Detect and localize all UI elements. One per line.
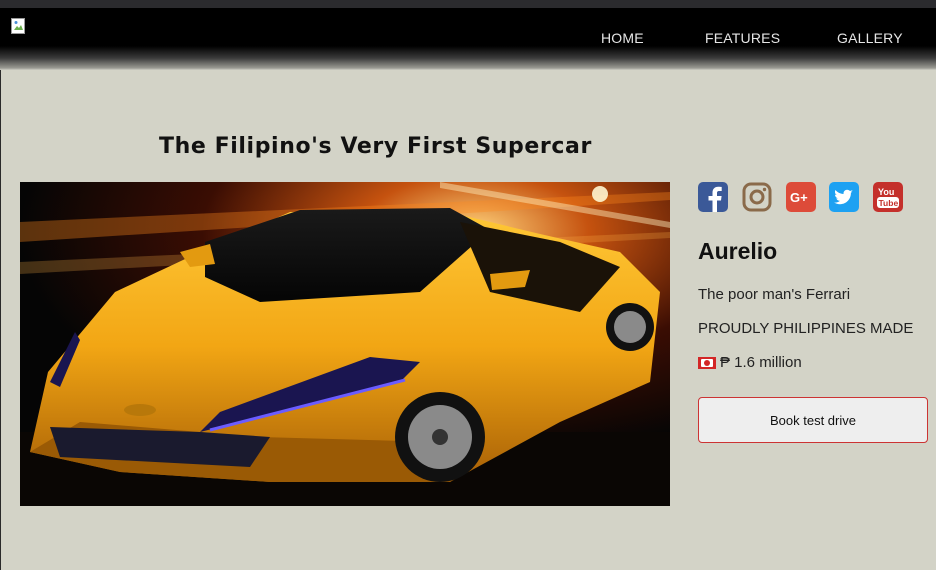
nav-link-features[interactable]: FEATURES: [705, 30, 780, 46]
money-icon: [698, 357, 716, 369]
product-tagline: The poor man's Ferrari: [698, 286, 851, 303]
price-line: ₱ 1.6 million: [698, 354, 802, 371]
product-name: Aurelio: [698, 238, 778, 264]
navbar: HOME FEATURES GALLERY: [0, 8, 936, 70]
price-value: ₱ 1.6 million: [720, 354, 802, 371]
svg-text:You: You: [878, 187, 894, 197]
twitter-icon[interactable]: [829, 182, 859, 212]
car-image: [20, 182, 670, 506]
window-top-strip: [0, 0, 936, 8]
google-plus-icon[interactable]: G+: [786, 182, 816, 212]
main-content: The Filipino's Very First Supercar G+ Yo…: [1, 70, 936, 570]
facebook-icon[interactable]: [698, 182, 728, 212]
page-headline: The Filipino's Very First Supercar: [159, 134, 592, 159]
youtube-icon[interactable]: You Tube: [873, 182, 903, 212]
nav-links: HOME FEATURES GALLERY: [0, 30, 936, 50]
made-in-label: PROUDLY PHILIPPINES MADE: [698, 320, 914, 337]
svg-text:Tube: Tube: [879, 198, 899, 208]
book-test-drive-button[interactable]: Book test drive: [698, 397, 928, 443]
nav-link-home[interactable]: HOME: [601, 30, 644, 46]
nav-link-gallery[interactable]: GALLERY: [837, 30, 903, 46]
instagram-icon[interactable]: [742, 182, 772, 212]
svg-text:G+: G+: [790, 190, 808, 205]
